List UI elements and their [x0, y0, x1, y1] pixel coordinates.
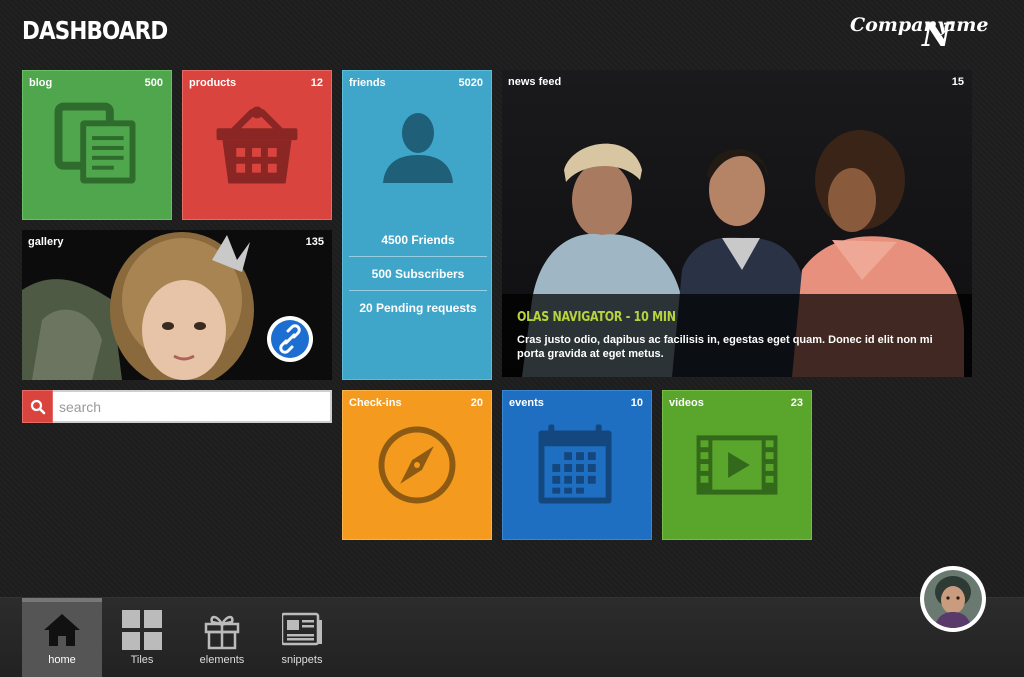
company-logo: Company N ame	[850, 14, 989, 54]
news-body: Cras justo odio, dapibus ac facilisis in…	[517, 334, 933, 360]
friends-count[interactable]: 4500 Friends	[349, 223, 487, 257]
bottom-nav: home Tiles elements snippets	[0, 597, 1024, 677]
tile-count: 5020	[458, 77, 483, 89]
tile-videos[interactable]: videos 23	[662, 390, 812, 540]
film-icon	[696, 435, 778, 495]
documents-icon	[54, 102, 136, 184]
search-bar	[22, 390, 332, 423]
search-button[interactable]	[22, 390, 53, 423]
nav-snippets[interactable]: snippets	[262, 598, 342, 677]
newspaper-icon	[282, 612, 322, 646]
basket-icon	[216, 106, 298, 184]
nav-elements[interactable]: elements	[182, 598, 262, 677]
tile-friends[interactable]: friends 5020 4500 Friends 500 Subscriber…	[342, 70, 492, 380]
user-avatar[interactable]	[920, 566, 986, 632]
avatar-photo	[924, 570, 982, 628]
nav-label: home	[48, 654, 76, 666]
tile-gallery[interactable]: gallery 135	[22, 230, 332, 380]
tile-label: friends	[349, 77, 386, 89]
tile-products[interactable]: products 12	[182, 70, 332, 220]
calendar-icon	[538, 424, 612, 504]
subscribers-count[interactable]: 500 Subscribers	[349, 257, 487, 291]
link-icon	[271, 320, 309, 358]
pending-requests[interactable]: 20 Pending requests	[349, 291, 487, 325]
tile-label: gallery	[28, 236, 64, 248]
news-heading[interactable]: OLAS NAVIGATOR - 10 MIN	[517, 310, 676, 325]
nav-tiles[interactable]: Tiles	[102, 598, 182, 677]
search-input[interactable]	[53, 390, 332, 423]
page-title: DASHBOARD	[22, 16, 168, 45]
nav-label: Tiles	[130, 654, 154, 666]
nav-label: elements	[199, 654, 245, 666]
tile-blog[interactable]: blog 500	[22, 70, 172, 220]
gallery-link-button[interactable]	[267, 316, 313, 362]
tile-label: news feed	[508, 76, 562, 88]
nav-label: snippets	[281, 654, 323, 666]
nav-home[interactable]: home	[22, 598, 102, 677]
tile-check-ins[interactable]: Check-ins 20	[342, 390, 492, 540]
tile-events[interactable]: events 10	[502, 390, 652, 540]
home-icon	[44, 614, 80, 646]
tile-news-feed[interactable]: news feed 15 OLAS NAVIGATOR - 10 MIN Cra…	[502, 70, 972, 377]
search-icon	[30, 399, 46, 415]
tile-count: 15	[951, 76, 964, 88]
compass-icon	[378, 426, 456, 504]
tiles-icon	[122, 610, 162, 650]
gift-icon	[204, 615, 240, 650]
user-icon	[383, 113, 453, 183]
tile-count: 135	[305, 236, 324, 248]
news-feed-caption: OLAS NAVIGATOR - 10 MIN Cras justo odio,…	[502, 294, 972, 377]
